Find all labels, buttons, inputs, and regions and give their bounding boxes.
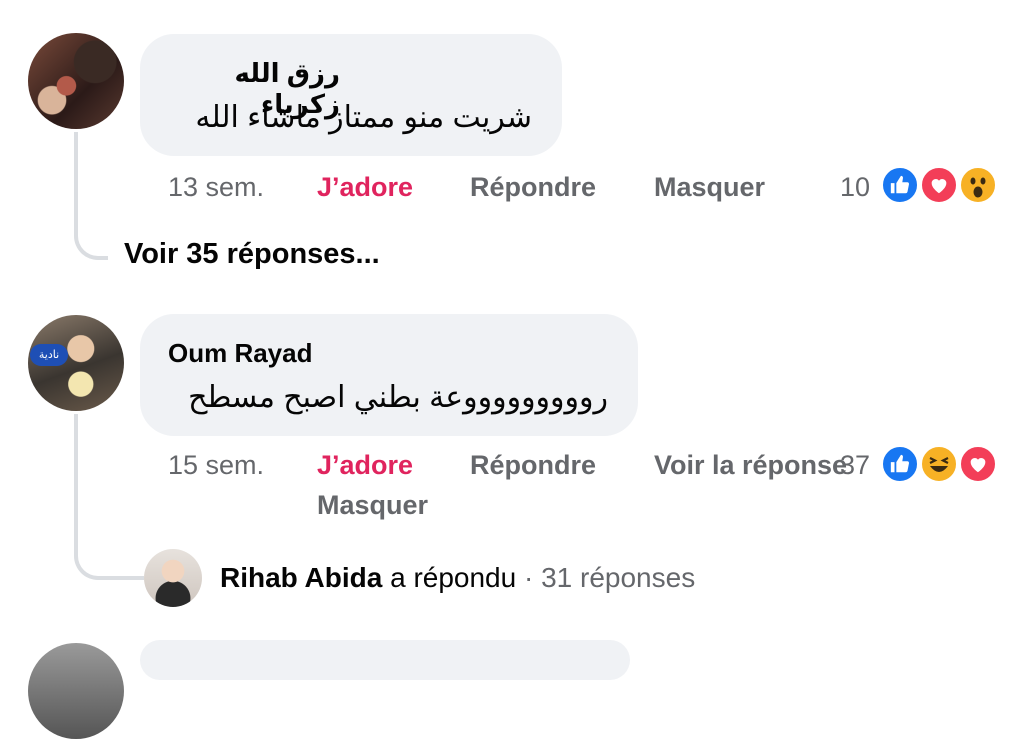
like-icon[interactable] bbox=[880, 444, 920, 484]
reply-author[interactable]: Rihab Abida bbox=[220, 562, 382, 593]
reply-button[interactable]: Répondre bbox=[470, 172, 596, 203]
thread-line bbox=[74, 414, 144, 580]
comment-bubble[interactable]: Oum Rayad روووووووووعة بطني اصبح مسطح bbox=[140, 314, 638, 436]
like-button[interactable]: J’adore bbox=[317, 172, 413, 203]
reaction-count[interactable]: 10 bbox=[826, 172, 870, 203]
thread-line bbox=[74, 132, 108, 260]
view-replies-link[interactable]: Voir 35 réponses... bbox=[124, 238, 380, 271]
comment-bubble[interactable] bbox=[140, 640, 630, 680]
reply-button[interactable]: Répondre bbox=[470, 450, 596, 481]
like-icon[interactable] bbox=[880, 165, 920, 205]
avatar[interactable] bbox=[28, 33, 124, 129]
avatar-badge: نادية bbox=[30, 344, 68, 366]
avatar[interactable] bbox=[28, 643, 124, 739]
comment-bubble[interactable]: رزق الله زكرياء شريت منو ممتاز ماشاء الل… bbox=[140, 34, 562, 156]
separator: · bbox=[523, 562, 534, 593]
comment-timestamp[interactable]: 13 sem. bbox=[168, 172, 264, 203]
love-icon[interactable] bbox=[958, 444, 998, 484]
comment-timestamp[interactable]: 15 sem. bbox=[168, 450, 264, 481]
hide-button[interactable]: Masquer bbox=[654, 172, 765, 203]
comment-text: روووووووووعة بطني اصبح مسطح bbox=[188, 381, 608, 414]
hide-button[interactable]: Masquer bbox=[317, 490, 428, 521]
reply-count[interactable]: 31 réponses bbox=[541, 562, 695, 593]
wow-icon[interactable] bbox=[958, 165, 998, 205]
reply-action: a répondu bbox=[390, 562, 517, 593]
comment-author[interactable]: Oum Rayad bbox=[168, 338, 313, 369]
avatar[interactable] bbox=[144, 549, 202, 607]
like-button[interactable]: J’adore bbox=[317, 450, 413, 481]
comment-text: شريت منو ممتاز ماشاء الله bbox=[195, 101, 532, 134]
haha-icon[interactable] bbox=[919, 444, 959, 484]
reply-summary[interactable]: Rihab Abida a répondu · 31 réponses bbox=[220, 562, 695, 594]
love-icon[interactable] bbox=[919, 165, 959, 205]
reaction-count[interactable]: 37 bbox=[826, 450, 870, 481]
view-reply-button[interactable]: Voir la réponse bbox=[654, 450, 847, 481]
